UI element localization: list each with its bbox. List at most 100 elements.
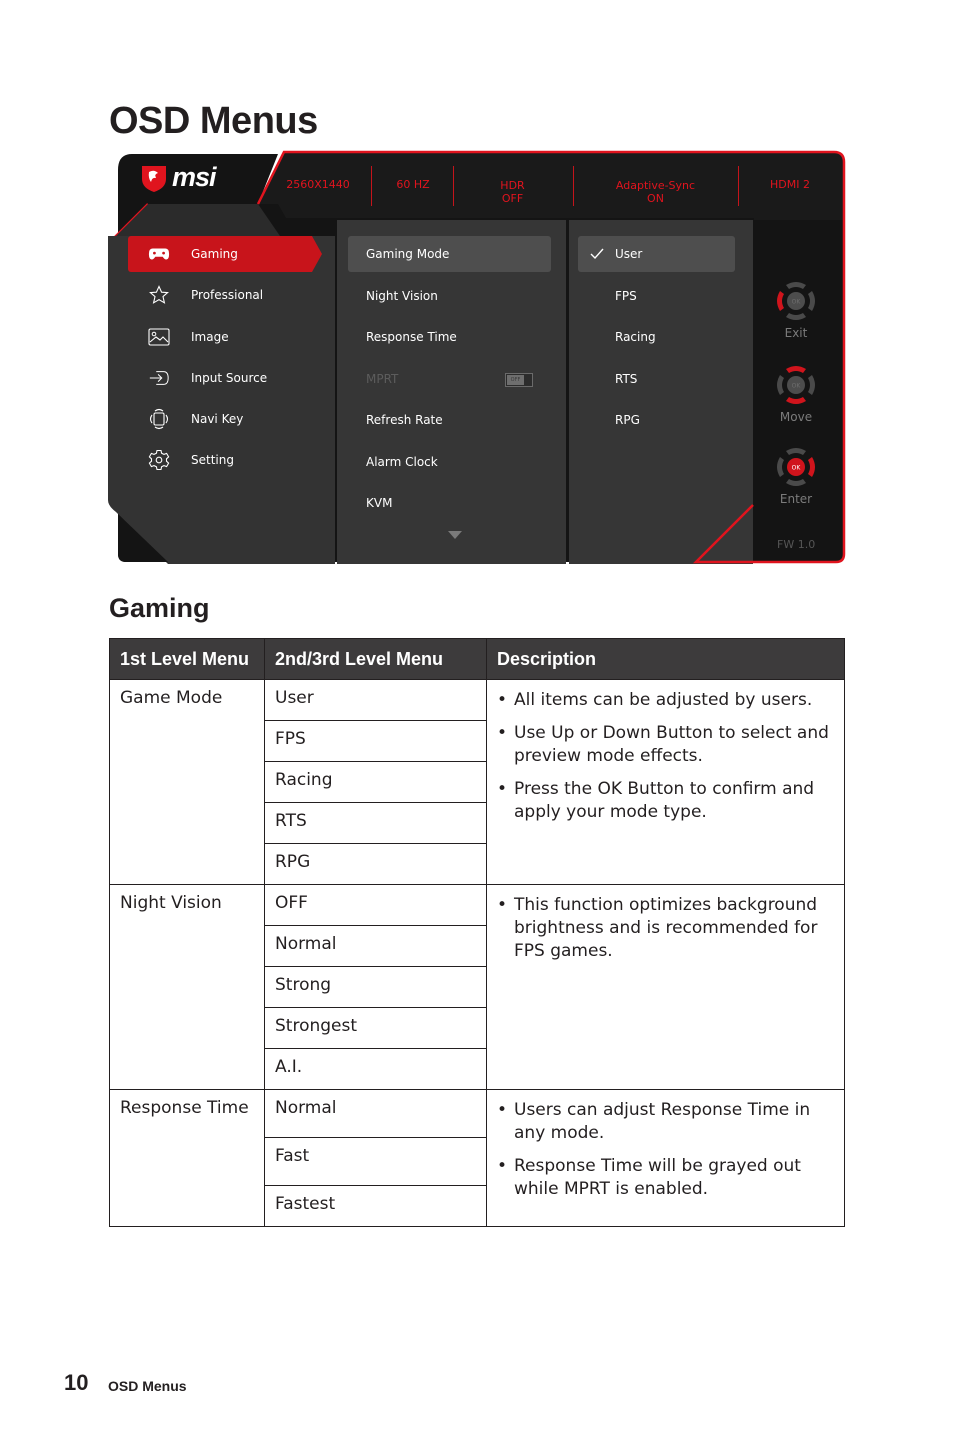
menu1-item-professional[interactable]: Professional — [128, 277, 324, 313]
key-hint-exit: OK Exit — [754, 278, 838, 340]
joystick-up-down-icon: OK — [777, 366, 815, 404]
menu2-label: Refresh Rate — [366, 413, 443, 427]
menu1-item-setting[interactable]: Setting — [128, 442, 324, 478]
menu1-item-input-source[interactable]: Input Source — [128, 360, 324, 396]
level1-cell: Game Mode — [109, 679, 265, 885]
menu1-label: Setting — [191, 453, 234, 468]
status-divider — [738, 166, 739, 206]
menu1-label: Image — [191, 329, 229, 344]
option-cell: Racing — [264, 761, 487, 803]
menu1-label: Input Source — [191, 370, 268, 385]
option-cell: A.I. — [264, 1048, 487, 1090]
level2-menu: Gaming Mode Night Vision Response Time M… — [348, 236, 551, 539]
level1-cell: Night Vision — [109, 884, 265, 1090]
mprt-toggle-state: OFF — [507, 374, 524, 385]
check-icon — [590, 248, 604, 259]
status-divider — [371, 166, 372, 206]
description-cell: Users can adjust Response Time in any mo… — [486, 1089, 845, 1227]
status-hdr: HDR OFF — [500, 179, 525, 205]
description-bullet: Press the OK Button to confirm and apply… — [497, 778, 834, 824]
firmware-version: FW 1.0 — [777, 538, 816, 551]
osd-screenshot: msi 2560X1440 60 HZ HDR OFF Adaptive-Syn… — [108, 150, 846, 564]
menu3-item-rts[interactable]: RTS — [578, 361, 735, 397]
page-number: 10 — [64, 1370, 89, 1395]
menu2-item-mprt: MPRT OFF — [348, 361, 551, 397]
joystick-left-icon: OK — [777, 282, 815, 320]
menu1-item-navi-key[interactable]: Navi Key — [128, 401, 324, 437]
level3-menu: User FPS Racing RTS RPG — [578, 236, 735, 444]
menu3-item-rpg[interactable]: RPG — [578, 402, 735, 438]
key-hint-move: OK Move — [754, 362, 838, 424]
level1-menu: Gaming Professional Image Input Source N… — [128, 236, 324, 484]
menu2-item-gaming-mode[interactable]: Gaming Mode — [348, 236, 551, 272]
svg-text:OK: OK — [792, 383, 802, 390]
menu1-item-gaming[interactable]: Gaming — [128, 236, 322, 272]
table-row: Response Time Normal Users can adjust Re… — [109, 1089, 845, 1227]
menu3-item-fps[interactable]: FPS — [578, 278, 735, 314]
menu2-label: Gaming Mode — [366, 247, 450, 261]
menu3-label: Racing — [615, 330, 656, 344]
option-cell: Normal — [264, 925, 487, 967]
gaming-menu-table: 1st Level Menu 2nd/3rd Level Menu Descri… — [109, 638, 845, 1227]
menu2-item-response-time[interactable]: Response Time — [348, 319, 551, 355]
menu3-label: RTS — [615, 371, 638, 386]
status-refresh-rate: 60 HZ — [396, 178, 430, 191]
scroll-down-arrow-icon[interactable] — [448, 531, 462, 539]
status-resolution: 2560X1440 — [286, 178, 350, 191]
menu3-label: User — [615, 247, 643, 261]
option-cell: User — [264, 679, 487, 721]
menu2-label: Alarm Clock — [366, 454, 438, 469]
header-level2: 2nd/3rd Level Menu — [264, 638, 487, 680]
header-description: Description — [486, 638, 845, 680]
section-title: Gaming — [109, 593, 210, 623]
option-cell: Strong — [264, 966, 487, 1008]
description-cell: All items can be adjusted by users. Use … — [486, 679, 845, 885]
footer-section-label: OSD Menus — [108, 1378, 187, 1394]
status-divider — [573, 166, 574, 206]
msi-dragon-shield-icon — [142, 165, 166, 192]
mprt-toggle: OFF — [505, 372, 533, 387]
gamepad-icon — [148, 243, 170, 265]
menu3-label: FPS — [615, 288, 637, 303]
menu1-label: Gaming — [191, 247, 238, 261]
status-input: HDMI 2 — [770, 178, 810, 191]
key-hint-label: Exit — [784, 326, 808, 340]
svg-text:OK: OK — [792, 299, 802, 306]
option-cell: RTS — [264, 802, 487, 844]
menu3-item-user[interactable]: User — [578, 236, 735, 272]
option-cell: Fastest — [264, 1185, 487, 1227]
menu2-item-refresh-rate[interactable]: Refresh Rate — [348, 402, 551, 438]
navi-key-icon — [148, 408, 170, 430]
menu2-label: KVM — [366, 496, 393, 510]
menu3-item-racing[interactable]: Racing — [578, 319, 735, 355]
option-cell: FPS — [264, 720, 487, 762]
option-cell: RPG — [264, 843, 487, 885]
option-cell: Normal — [264, 1089, 487, 1138]
menu1-label: Professional — [191, 288, 264, 303]
key-hint-label: Move — [779, 410, 813, 424]
description-cell: This function optimizes background brigh… — [486, 884, 845, 1090]
level1-cell: Response Time — [109, 1089, 265, 1227]
key-hint-label: Enter — [779, 492, 813, 506]
table-row: Game Mode User All items can be adjusted… — [109, 679, 845, 885]
menu2-item-kvm[interactable]: KVM — [348, 485, 551, 521]
menu1-label: Navi Key — [191, 412, 244, 427]
menu2-item-night-vision[interactable]: Night Vision — [348, 278, 551, 314]
key-hint-enter: OK Enter — [754, 444, 838, 506]
brand-name: msi — [172, 162, 217, 192]
gear-icon — [148, 449, 170, 471]
svg-text:OK: OK — [792, 465, 802, 472]
joystick-ok-icon: OK — [777, 448, 815, 486]
menu2-item-alarm-clock[interactable]: Alarm Clock — [348, 444, 551, 480]
menu1-item-image[interactable]: Image — [128, 319, 324, 355]
option-cell: OFF — [264, 884, 487, 926]
description-bullet: This function optimizes background brigh… — [497, 894, 834, 963]
menu2-label: MPRT — [366, 371, 399, 386]
menu2-label: Response Time — [366, 330, 457, 344]
header-level1: 1st Level Menu — [109, 638, 265, 680]
description-bullet: Response Time will be grayed out while M… — [497, 1155, 834, 1201]
menu3-label: RPG — [615, 413, 640, 427]
star-icon — [148, 284, 170, 306]
page-title: OSD Menus — [109, 100, 318, 142]
image-icon — [148, 326, 170, 348]
